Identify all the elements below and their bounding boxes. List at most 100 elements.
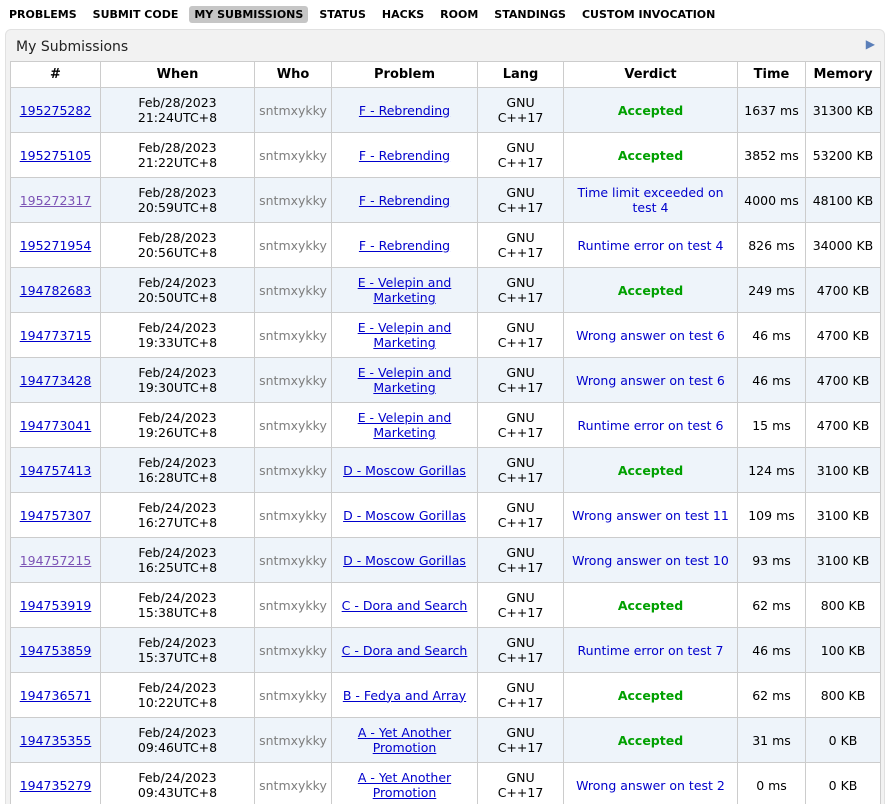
submission-author-link[interactable]: sntmxykky [259,328,327,343]
submission-problem-link[interactable]: B - Fedya and Array [343,688,466,703]
submission-memory-cell: 4700 KB [806,268,881,313]
submission-problem-link[interactable]: F - Rebrending [359,148,450,163]
submission-author-link[interactable]: sntmxykky [259,283,327,298]
column-header-when: When [101,62,255,88]
submission-id-link[interactable]: 195271954 [20,238,92,253]
submission-when-cell: Feb/28/2023 20:56UTC+8 [101,223,255,268]
submission-id-link[interactable]: 194753859 [20,643,92,658]
panel-title: My Submissions [16,39,128,55]
nav-item-standings[interactable]: STANDINGS [494,8,566,21]
submission-verdict-cell: Time limit exceeded on test 4 [564,178,738,223]
submission-time-cell: 109 ms [738,493,806,538]
submission-id-link[interactable]: 195275282 [20,103,92,118]
submission-id-link[interactable]: 194782683 [20,283,92,298]
submission-id-link[interactable]: 194757307 [20,508,92,523]
submission-memory-cell: 4700 KB [806,403,881,448]
nav-item-custom-invocation[interactable]: CUSTOM INVOCATION [582,8,715,21]
column-header-verdict: Verdict [564,62,738,88]
expand-arrow-icon[interactable]: ▶ [866,37,875,51]
submission-problem-link[interactable]: F - Rebrending [359,103,450,118]
submission-verdict-cell: Runtime error on test 4 [564,223,738,268]
submission-memory-cell: 4700 KB [806,358,881,403]
submission-who-cell: sntmxykky [255,358,332,403]
submission-problem-link[interactable]: E - Velepin and Marketing [358,275,452,305]
submission-id-link[interactable]: 194773041 [20,418,92,433]
submission-problem-link[interactable]: C - Dora and Search [342,643,468,658]
submission-verdict-text: Runtime error on test 7 [578,643,724,658]
submission-id-link[interactable]: 194757413 [20,463,92,478]
submission-id-link[interactable]: 194773428 [20,373,92,388]
submission-problem-link[interactable]: D - Moscow Gorillas [343,508,466,523]
submission-author-link[interactable]: sntmxykky [259,733,327,748]
submission-verdict-cell: Accepted [564,448,738,493]
submission-problem-cell: E - Velepin and Marketing [332,313,478,358]
submission-id-link[interactable]: 194736571 [20,688,92,703]
submission-id-link[interactable]: 195275105 [20,148,92,163]
submission-problem-link[interactable]: C - Dora and Search [342,598,468,613]
submission-author-link[interactable]: sntmxykky [259,778,327,793]
submission-problem-link[interactable]: E - Velepin and Marketing [358,365,452,395]
submission-problem-link[interactable]: F - Rebrending [359,238,450,253]
submission-time-cell: 826 ms [738,223,806,268]
submission-problem-link[interactable]: E - Velepin and Marketing [358,410,452,440]
submission-problem-link[interactable]: D - Moscow Gorillas [343,553,466,568]
submission-who-cell: sntmxykky [255,223,332,268]
nav-item-problems[interactable]: PROBLEMS [9,8,77,21]
submission-when-cell: Feb/24/2023 19:33UTC+8 [101,313,255,358]
submission-verdict-text: Accepted [618,598,683,613]
submission-id-link[interactable]: 194753919 [20,598,92,613]
submission-when-cell: Feb/24/2023 19:26UTC+8 [101,403,255,448]
submission-verdict-cell: Accepted [564,583,738,628]
submission-when-cell: Feb/24/2023 16:25UTC+8 [101,538,255,583]
submission-id-cell: 194782683 [11,268,101,313]
submission-problem-link[interactable]: F - Rebrending [359,193,450,208]
submission-verdict-text: Wrong answer on test 6 [576,328,725,343]
submission-author-link[interactable]: sntmxykky [259,688,327,703]
submission-author-link[interactable]: sntmxykky [259,103,327,118]
submission-author-link[interactable]: sntmxykky [259,643,327,658]
submission-id-cell: 195275105 [11,133,101,178]
submission-problem-link[interactable]: D - Moscow Gorillas [343,463,466,478]
submission-lang-cell: GNU C++17 [478,628,564,673]
submission-author-link[interactable]: sntmxykky [259,463,327,478]
submission-memory-cell: 3100 KB [806,538,881,583]
submission-lang-cell: GNU C++17 [478,133,564,178]
submission-memory-cell: 0 KB [806,763,881,804]
panel-title-bar: My Submissions ▶ [6,30,884,61]
submission-who-cell: sntmxykky [255,718,332,763]
submission-lang-cell: GNU C++17 [478,583,564,628]
nav-item-status[interactable]: STATUS [319,8,366,21]
submission-author-link[interactable]: sntmxykky [259,418,327,433]
submission-problem-link[interactable]: E - Velepin and Marketing [358,320,452,350]
submission-author-link[interactable]: sntmxykky [259,148,327,163]
submission-row: 194782683Feb/24/2023 20:50UTC+8sntmxykky… [11,268,881,313]
submission-row: 195275282Feb/28/2023 21:24UTC+8sntmxykky… [11,88,881,133]
submission-author-link[interactable]: sntmxykky [259,553,327,568]
submission-row: 194735355Feb/24/2023 09:46UTC+8sntmxykky… [11,718,881,763]
submission-problem-link[interactable]: A - Yet Another Promotion [358,725,451,755]
submission-id-link[interactable]: 195272317 [20,193,92,208]
submission-verdict-cell: Accepted [564,88,738,133]
submission-lang-cell: GNU C++17 [478,223,564,268]
submission-memory-cell: 34000 KB [806,223,881,268]
submission-id-link[interactable]: 194757215 [20,553,92,568]
submission-memory-cell: 31300 KB [806,88,881,133]
submission-verdict-cell: Wrong answer on test 2 [564,763,738,804]
submission-lang-cell: GNU C++17 [478,673,564,718]
submission-author-link[interactable]: sntmxykky [259,508,327,523]
nav-item-submit-code[interactable]: SUBMIT CODE [93,8,179,21]
submission-author-link[interactable]: sntmxykky [259,238,327,253]
submission-author-link[interactable]: sntmxykky [259,373,327,388]
submission-author-link[interactable]: sntmxykky [259,598,327,613]
submission-id-link[interactable]: 194735279 [20,778,92,793]
submission-lang-cell: GNU C++17 [478,538,564,583]
nav-item-hacks[interactable]: HACKS [382,8,424,21]
submission-who-cell: sntmxykky [255,538,332,583]
nav-item-room[interactable]: ROOM [440,8,478,21]
submission-id-link[interactable]: 194773715 [20,328,92,343]
submission-verdict-text: Runtime error on test 4 [578,238,724,253]
submission-id-link[interactable]: 194735355 [20,733,92,748]
submission-problem-link[interactable]: A - Yet Another Promotion [358,770,451,800]
nav-item-my-submissions[interactable]: MY SUBMISSIONS [189,6,308,23]
submission-author-link[interactable]: sntmxykky [259,193,327,208]
